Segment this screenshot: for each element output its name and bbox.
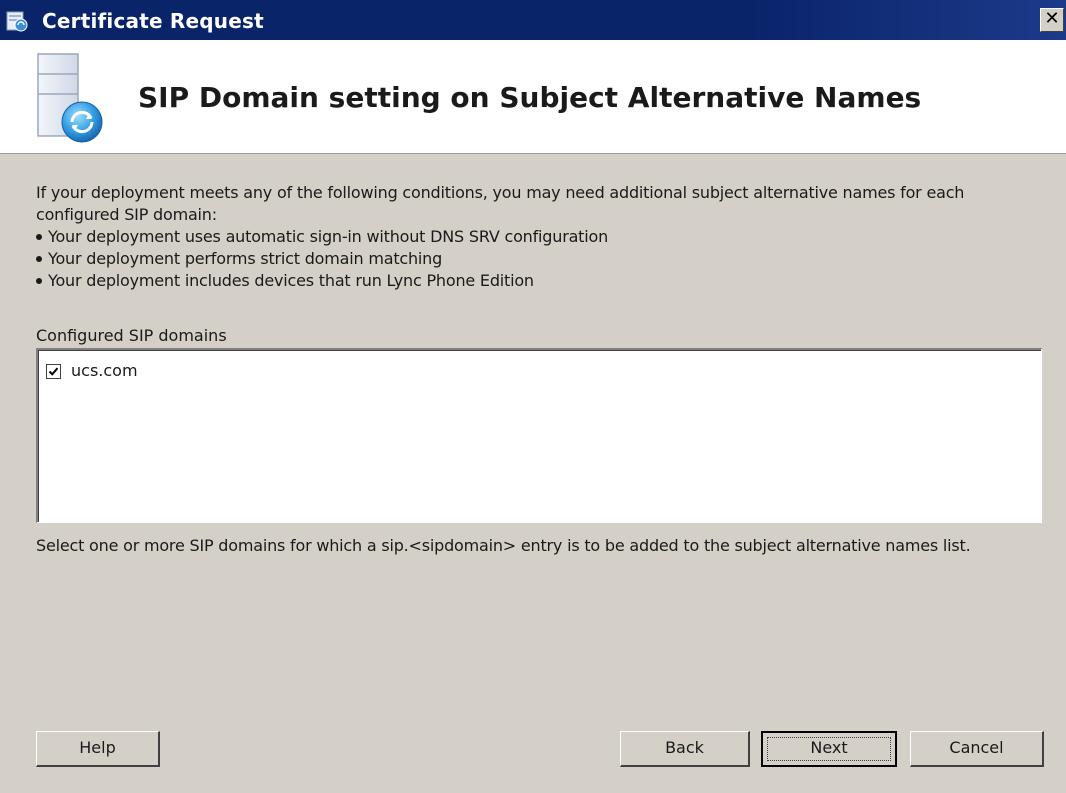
sip-domains-listbox[interactable]: ucs.com <box>36 348 1042 523</box>
certificate-request-dialog: Certificate Request ✕ SIP Domain setting… <box>0 0 1066 793</box>
list-item[interactable]: ucs.com <box>46 360 138 382</box>
intro-text: If your deployment meets any of the foll… <box>36 183 965 224</box>
back-button[interactable]: Back <box>620 731 750 767</box>
header-banner: SIP Domain setting on Subject Alternativ… <box>0 40 1066 154</box>
window-title: Certificate Request <box>42 9 264 33</box>
page-title: SIP Domain setting on Subject Alternativ… <box>138 81 922 114</box>
bullet-icon <box>36 234 42 240</box>
server-certificate-icon <box>37 53 103 143</box>
conditions-list: Your deployment uses automatic sign-in w… <box>36 226 1036 292</box>
close-icon: ✕ <box>1044 8 1060 29</box>
condition-item: Your deployment includes devices that ru… <box>36 270 1036 292</box>
certificate-app-icon <box>6 11 28 32</box>
intro-section: If your deployment meets any of the foll… <box>36 182 1036 292</box>
close-button[interactable]: ✕ <box>1040 8 1064 32</box>
domain-checkbox[interactable] <box>46 363 61 379</box>
bullet-icon <box>36 256 42 262</box>
condition-text: Your deployment performs strict domain m… <box>48 249 443 268</box>
condition-text: Your deployment uses automatic sign-in w… <box>48 227 609 246</box>
instruction-text: Select one or more SIP domains for which… <box>36 536 971 555</box>
focus-ring <box>767 737 891 761</box>
checkmark-icon <box>48 367 59 376</box>
next-button[interactable]: Next <box>761 731 897 767</box>
help-button[interactable]: Help <box>36 731 160 767</box>
condition-item: Your deployment uses automatic sign-in w… <box>36 226 1036 248</box>
bullet-icon <box>36 278 42 284</box>
condition-text: Your deployment includes devices that ru… <box>48 271 534 290</box>
title-bar[interactable]: Certificate Request ✕ <box>0 0 1066 40</box>
domain-label: ucs.com <box>71 361 138 380</box>
configured-domains-label: Configured SIP domains <box>36 326 227 345</box>
cancel-button[interactable]: Cancel <box>910 731 1044 767</box>
condition-item: Your deployment performs strict domain m… <box>36 248 1036 270</box>
